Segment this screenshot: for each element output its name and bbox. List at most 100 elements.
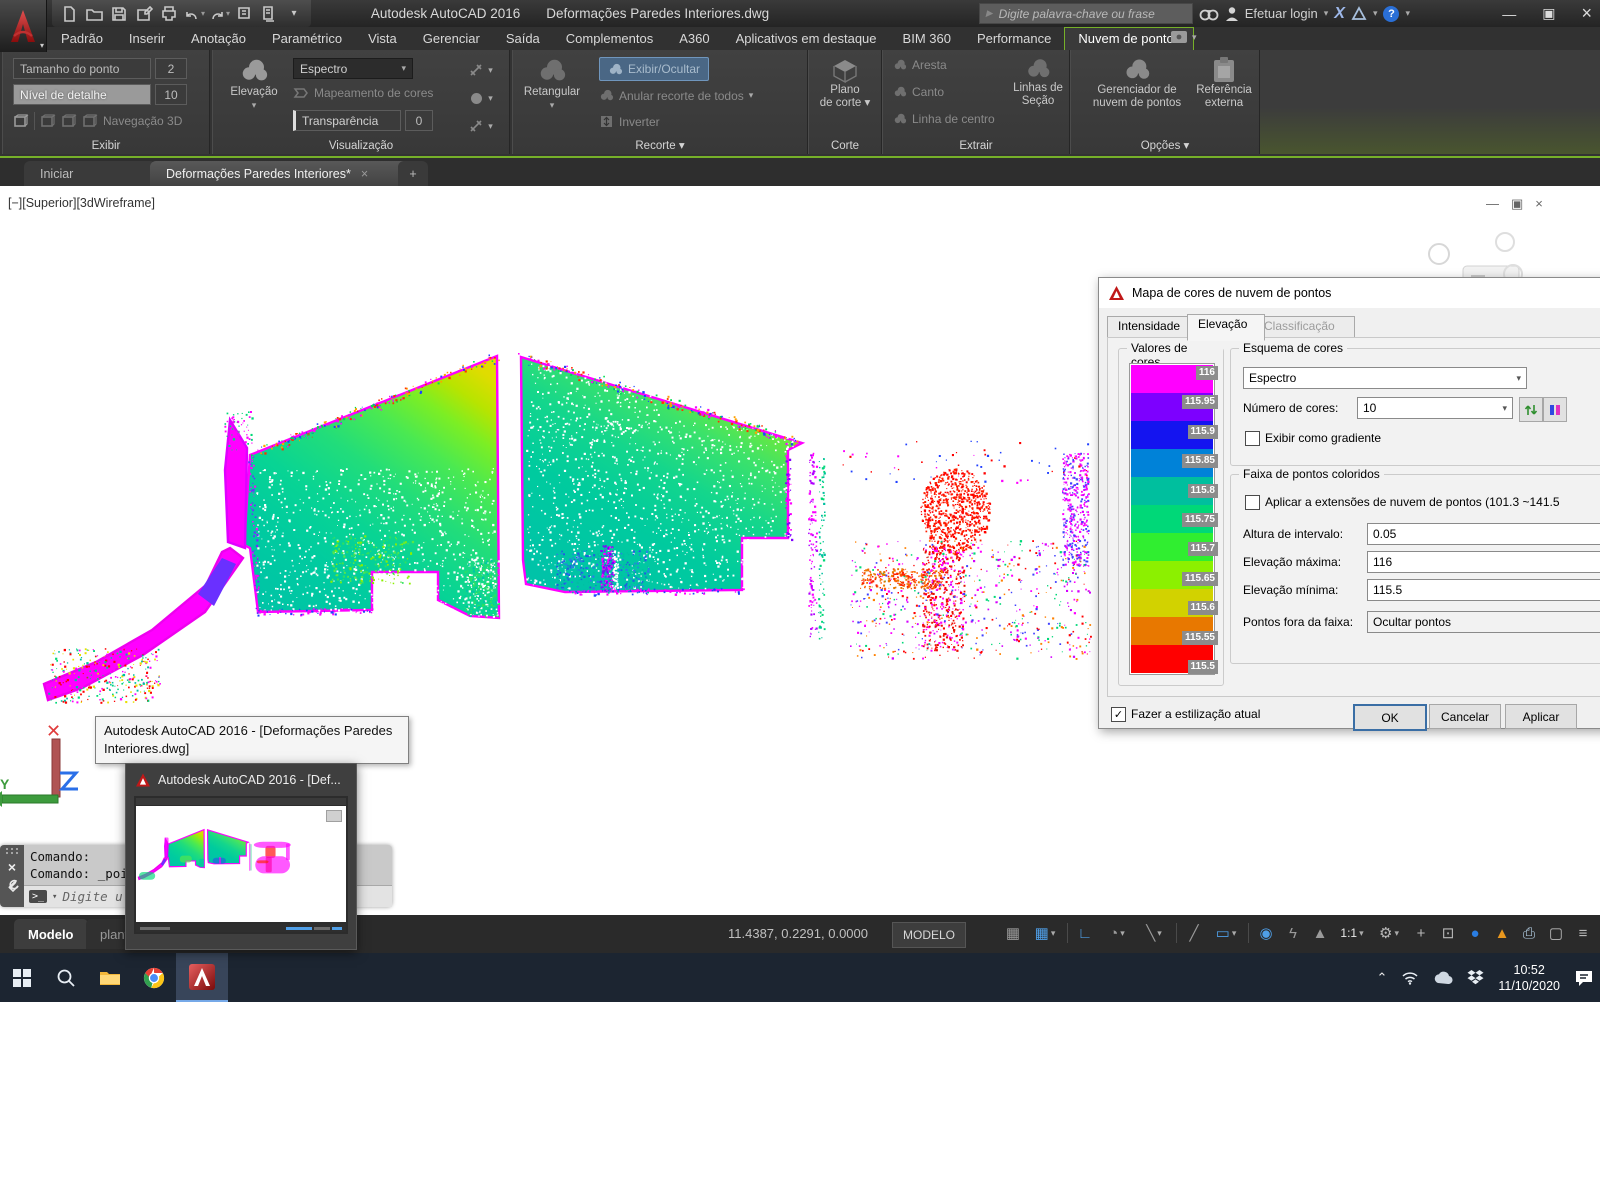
binoculars-search-icon[interactable] <box>1199 6 1219 22</box>
login-dropdown-caret[interactable]: ▾ <box>1324 8 1329 19</box>
ribbon-tab-vista[interactable]: Vista <box>355 28 410 50</box>
flip-colors-button[interactable] <box>1543 397 1567 422</box>
camera-icon[interactable] <box>61 113 77 129</box>
exchange-x-icon[interactable]: X <box>1334 5 1345 23</box>
status-customization-menu[interactable]: ≡ <box>1570 920 1596 946</box>
walk-icon[interactable] <box>82 113 98 129</box>
detail-level-slider[interactable]: Nível de detalhe10 <box>13 84 187 105</box>
onedrive-cloud-icon[interactable] <box>1433 971 1453 984</box>
panel-label[interactable]: Corte <box>809 140 881 152</box>
chrome-button[interactable] <box>132 953 176 1002</box>
status-annotation-monitor[interactable]: ▲ <box>1489 920 1515 946</box>
ribbon-tab-bim-360[interactable]: BIM 360 <box>890 28 964 50</box>
action-center-icon[interactable] <box>1574 969 1594 987</box>
taskbar-search-button[interactable] <box>44 953 88 1002</box>
help-icon[interactable]: ? <box>1383 6 1399 22</box>
make-current-checkbox[interactable]: ✓ <box>1111 707 1126 722</box>
point-size-slider[interactable]: Tamanho do ponto2 <box>13 58 187 79</box>
scheme-ribbon-select[interactable]: Espectro▾ <box>293 58 413 79</box>
search-input[interactable]: ▶ Digite palavra-chave ou frase <box>979 3 1193 24</box>
ribbon-tab-padrão[interactable]: Padrão <box>48 28 116 50</box>
view-cube-icon[interactable] <box>13 113 29 129</box>
restore-button[interactable]: ▣ <box>1542 5 1555 22</box>
scan-lasso-button[interactable]: ▾ <box>461 58 501 82</box>
viewport-minimize-icon[interactable]: — <box>1486 196 1499 212</box>
qat-redo-icon[interactable]: ▾ <box>208 3 230 25</box>
ribbon-tab-performance[interactable]: Performance <box>964 28 1064 50</box>
transparency-slider[interactable]: Transparência0 <box>293 110 433 131</box>
status-snap-grid[interactable]: ▦ <box>1000 920 1026 946</box>
ribbon-tab-aplicativos-em-destaque[interactable]: Aplicativos em destaque <box>723 28 890 50</box>
dropbox-icon[interactable] <box>1467 970 1484 985</box>
status-ortho[interactable]: ∟ <box>1072 920 1098 946</box>
new-doc-tab-button[interactable]: + <box>398 161 428 186</box>
caret[interactable]: ▾ <box>201 9 205 18</box>
qat-new-icon[interactable] <box>58 3 80 25</box>
num-colors-select[interactable]: 10 ▾ <box>1357 397 1513 419</box>
drag-grip-icon[interactable] <box>5 847 19 855</box>
status-isolate-objects[interactable]: ⊡ <box>1435 920 1461 946</box>
ribbon-display-toggle[interactable]: ▾ <box>1170 30 1197 44</box>
ribbon-tab-paramétrico[interactable]: Paramétrico <box>259 28 355 50</box>
status-dynamic-input[interactable]: ▭▾ <box>1208 920 1244 946</box>
ribbon-tab-complementos[interactable]: Complementos <box>553 28 666 50</box>
viewport-restore-icon[interactable]: ▣ <box>1511 196 1523 212</box>
status-osnap[interactable]: ◉ <box>1253 920 1279 946</box>
ribbon-tab-inserir[interactable]: Inserir <box>116 28 178 50</box>
command-line-rail[interactable]: × <box>0 845 24 907</box>
quick-access-toolbar[interactable]: ▾▾▾ <box>52 0 311 27</box>
point-size-value[interactable]: 2 <box>155 58 187 79</box>
panel-label[interactable]: Extrair <box>883 140 1069 152</box>
dialog-title-bar[interactable]: Mapa de cores de nuvem de pontos <box>1099 278 1600 308</box>
help-dropdown-caret[interactable]: ▾ <box>1405 8 1410 19</box>
doc-tab-active[interactable]: Deformações Paredes Interiores* × <box>150 161 420 186</box>
file-explorer-button[interactable] <box>88 953 132 1002</box>
status-clean-screen-plus[interactable]: + <box>1408 920 1434 946</box>
viewport-close-icon[interactable]: × <box>1535 196 1543 212</box>
min-elevation-input[interactable]: 115.5 <box>1367 579 1600 601</box>
detail-level-value[interactable]: 10 <box>155 84 187 105</box>
model-space-button[interactable]: MODELO <box>892 922 966 948</box>
status-plot[interactable]: ⎙ <box>1516 920 1542 946</box>
qat-save-as-icon[interactable] <box>133 3 155 25</box>
status-workspace-gear[interactable]: ⚙▾ <box>1371 920 1407 946</box>
sphere-button[interactable]: ▾ <box>461 86 501 110</box>
wifi-icon[interactable] <box>1401 971 1419 985</box>
sort-order-button[interactable] <box>1519 397 1543 422</box>
status-grid[interactable]: ▦▾ <box>1027 920 1063 946</box>
panel-label[interactable]: Recorte ▾ <box>513 138 807 152</box>
minimize-button[interactable]: — <box>1502 6 1516 22</box>
search-expand-icon[interactable]: ▶ <box>986 8 993 19</box>
panel-label[interactable]: Visualização <box>213 140 509 152</box>
command-close-icon[interactable]: × <box>8 859 16 875</box>
ribbon-tab-anotação[interactable]: Anotação <box>178 28 259 50</box>
gradient-checkbox[interactable] <box>1245 431 1260 446</box>
user-icon[interactable] <box>1225 6 1239 22</box>
elevation-big-button[interactable]: Elevação▾ <box>225 56 283 112</box>
ok-button[interactable]: OK <box>1353 704 1427 731</box>
orbit-icon[interactable] <box>40 113 56 129</box>
apply-button[interactable]: Aplicar <box>1505 704 1577 729</box>
apply-extents-checkbox[interactable] <box>1245 495 1260 510</box>
viewport-controls-label[interactable]: [−][Superior][3dWireframe] <box>8 196 155 210</box>
tab-elevacao[interactable]: Elevação <box>1187 314 1265 341</box>
command-recent-caret[interactable]: ▾ <box>52 892 57 902</box>
doc-tab-iniciar[interactable]: Iniciar <box>24 161 156 186</box>
status-isodraft[interactable]: ╲▾ <box>1136 920 1172 946</box>
qat-save-icon[interactable] <box>108 3 130 25</box>
ribbon-tab-a360[interactable]: A360 <box>666 28 722 50</box>
qat-sheet-set-icon[interactable] <box>258 3 280 25</box>
share-icon[interactable] <box>1351 6 1367 21</box>
status-line-tracking[interactable]: ╱ <box>1181 920 1207 946</box>
qat-more-icon[interactable]: ▾ <box>283 3 305 25</box>
ribbon-tab-gerenciar[interactable]: Gerenciar <box>410 28 493 50</box>
section-line-button[interactable]: ▾ <box>461 114 501 138</box>
autocad-app-logo[interactable]: ▾ <box>0 0 47 52</box>
status-polar-tracking[interactable]: ◔▾ <box>1099 920 1135 946</box>
transparency-value[interactable]: 0 <box>405 110 433 131</box>
ribbon-tab-saída[interactable]: Saída <box>493 28 553 50</box>
autocad-taskbar-button[interactable] <box>176 953 228 1002</box>
model-tab[interactable]: Modelo <box>14 919 88 949</box>
interval-height-input[interactable]: 0.05 <box>1367 523 1600 545</box>
tray-expand-chevron[interactable]: ⌃ <box>1376 970 1387 986</box>
